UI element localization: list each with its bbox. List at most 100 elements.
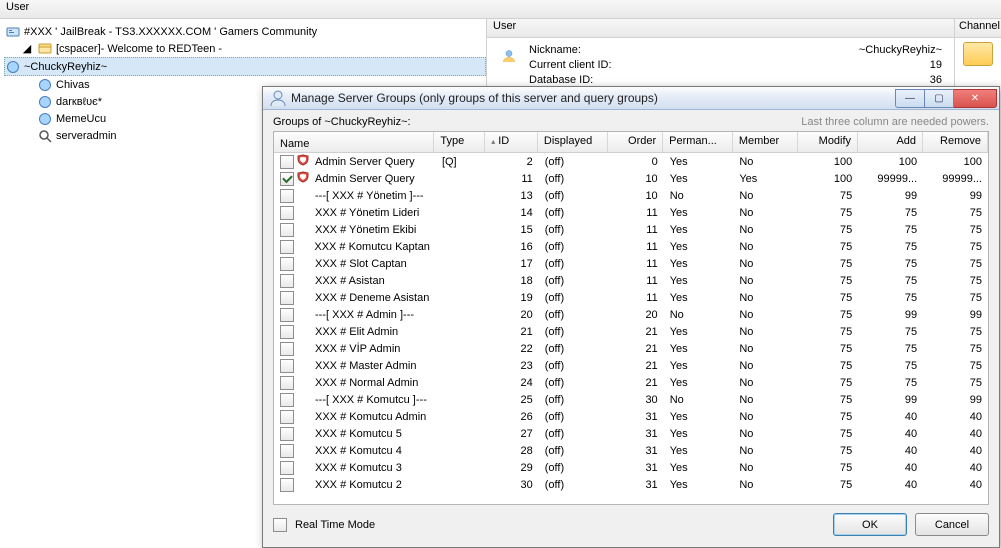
tree-channel[interactable]: ◢ [cspacer]- Welcome to REDTeen - — [6, 40, 486, 57]
table-row[interactable]: XXX # Slot Captan17(off)11YesNo757575 — [274, 255, 988, 272]
col-id[interactable]: ID — [485, 132, 538, 152]
cell-order: 21 — [608, 343, 663, 355]
col-displayed[interactable]: Displayed — [538, 132, 608, 152]
cell-displayed: (off) — [539, 224, 609, 236]
group-checkbox[interactable] — [280, 172, 294, 186]
table-row[interactable]: XXX # Komutcu 527(off)31YesNo754040 — [274, 425, 988, 442]
col-order[interactable]: Order — [608, 132, 664, 152]
server-icon — [6, 25, 20, 39]
group-checkbox[interactable] — [280, 223, 294, 237]
group-name: XXX # Normal Admin — [312, 377, 418, 389]
group-checkbox[interactable] — [280, 444, 294, 458]
group-checkbox[interactable] — [280, 461, 294, 475]
group-checkbox[interactable] — [280, 308, 294, 322]
cell-order: 11 — [608, 224, 663, 236]
group-checkbox[interactable] — [280, 206, 294, 220]
cell-member: No — [733, 462, 798, 474]
group-checkbox[interactable] — [280, 376, 294, 390]
panel-title-channel: Channel — [955, 19, 1001, 38]
cell-modify: 75 — [798, 275, 858, 287]
table-row[interactable]: XXX # Deneme Asistan19(off)11YesNo757575 — [274, 289, 988, 306]
group-checkbox[interactable] — [280, 325, 294, 339]
group-checkbox[interactable] — [280, 257, 294, 271]
table-row[interactable]: XXX # Yönetim Lideri14(off)11YesNo757575 — [274, 204, 988, 221]
dialog-icon — [269, 89, 287, 107]
group-checkbox[interactable] — [280, 427, 294, 441]
realtime-checkbox[interactable] — [273, 518, 287, 532]
col-remove[interactable]: Remove — [923, 132, 988, 152]
group-checkbox[interactable] — [280, 155, 294, 169]
group-checkbox[interactable] — [280, 359, 294, 373]
cell-modify: 75 — [798, 445, 858, 457]
cell-member: Yes — [733, 173, 798, 185]
cell-modify: 75 — [798, 207, 858, 219]
close-button[interactable]: ✕ — [954, 89, 997, 108]
cell-order: 31 — [608, 462, 663, 474]
table-row[interactable]: XXX # Komutcu 230(off)31YesNo754040 — [274, 476, 988, 493]
group-checkbox[interactable] — [280, 240, 294, 254]
group-name: ---[ XXX # Yönetim ]--- — [312, 190, 424, 202]
cancel-button[interactable]: Cancel — [915, 513, 989, 536]
table-row[interactable]: XXX # Komutcu Admin26(off)31YesNo754040 — [274, 408, 988, 425]
cell-displayed: (off) — [539, 428, 609, 440]
group-checkbox[interactable] — [280, 393, 294, 407]
col-permanent[interactable]: Perman... — [663, 132, 733, 152]
cell-add: 99999... — [858, 173, 923, 185]
table-row[interactable]: Admin Server Query11(off)10YesYes1009999… — [274, 170, 988, 187]
table-row[interactable]: XXX # Elit Admin21(off)21YesNo757575 — [274, 323, 988, 340]
cell-remove: 75 — [923, 241, 988, 253]
table-row[interactable]: ---[ XXX # Komutcu ]---25(off)30NoNo7599… — [274, 391, 988, 408]
group-checkbox[interactable] — [280, 478, 294, 492]
cell-order: 30 — [608, 394, 663, 406]
cell-order: 21 — [608, 377, 663, 389]
tree-server-label: #XXX ' JailBreak - TS3.XXXXXX.COM ' Game… — [24, 26, 317, 38]
table-row[interactable]: ---[ XXX # Yönetim ]---13(off)10NoNo7599… — [274, 187, 988, 204]
maximize-button[interactable]: ▢ — [925, 89, 954, 108]
group-checkbox[interactable] — [280, 291, 294, 305]
hint-text: Last three column are needed powers. — [801, 116, 989, 128]
group-name: XXX # Yönetim Lideri — [312, 207, 419, 219]
cell-order: 31 — [608, 479, 663, 491]
table-row[interactable]: XXX # Komutcu Kaptan16(off)11YesNo757575 — [274, 238, 988, 255]
group-checkbox[interactable] — [280, 410, 294, 424]
group-name: XXX # VİP Admin — [312, 343, 400, 355]
expand-icon[interactable]: ◢ — [20, 42, 34, 56]
col-name[interactable]: Name — [274, 132, 434, 152]
table-row[interactable]: XXX # Yönetim Ekibi15(off)11YesNo757575 — [274, 221, 988, 238]
table-row[interactable]: XXX # Normal Admin24(off)21YesNo757575 — [274, 374, 988, 391]
tree-channel-label: [cspacer]- Welcome to REDTeen - — [56, 43, 222, 55]
col-member[interactable]: Member — [733, 132, 798, 152]
tree-client[interactable]: ~ChuckyReyhiz~ — [4, 57, 486, 76]
tree-server[interactable]: #XXX ' JailBreak - TS3.XXXXXX.COM ' Game… — [6, 23, 486, 40]
minimize-button[interactable]: — — [895, 89, 925, 108]
ok-button[interactable]: OK — [833, 513, 907, 536]
group-checkbox[interactable] — [280, 189, 294, 203]
table-row[interactable]: Admin Server Query[Q]2(off)0YesNo1001001… — [274, 153, 988, 170]
cell-displayed: (off) — [539, 241, 609, 253]
group-name: XXX # Yönetim Ekibi — [312, 224, 416, 236]
cell-modify: 75 — [798, 326, 858, 338]
col-type[interactable]: Type — [434, 132, 485, 152]
cell-order: 21 — [608, 360, 663, 372]
groups-grid[interactable]: Name Type ID Displayed Order Perman... M… — [273, 131, 989, 505]
cell-add: 75 — [858, 292, 923, 304]
table-row[interactable]: XXX # Komutcu 428(off)31YesNo754040 — [274, 442, 988, 459]
table-row[interactable]: XXX # Master Admin23(off)21YesNo757575 — [274, 357, 988, 374]
cell-remove: 40 — [923, 428, 988, 440]
panel-title-user-right: User — [487, 19, 954, 38]
group-checkbox[interactable] — [280, 342, 294, 356]
cell-member: No — [733, 360, 798, 372]
client-blue-icon — [38, 78, 52, 92]
dialog-titlebar[interactable]: Manage Server Groups (only groups of thi… — [263, 87, 999, 110]
group-checkbox[interactable] — [280, 274, 294, 288]
table-row[interactable]: ---[ XXX # Admin ]---20(off)20NoNo759999 — [274, 306, 988, 323]
user-info-value: 36 — [639, 74, 946, 86]
cell-remove: 40 — [923, 479, 988, 491]
cell-add: 75 — [858, 360, 923, 372]
table-row[interactable]: XXX # VİP Admin22(off)21YesNo757575 — [274, 340, 988, 357]
table-row[interactable]: XXX # Komutcu 329(off)31YesNo754040 — [274, 459, 988, 476]
table-row[interactable]: XXX # Asistan18(off)11YesNo757575 — [274, 272, 988, 289]
col-modify[interactable]: Modify — [798, 132, 858, 152]
client-name: MemeUcu — [56, 113, 106, 125]
col-add[interactable]: Add — [858, 132, 923, 152]
